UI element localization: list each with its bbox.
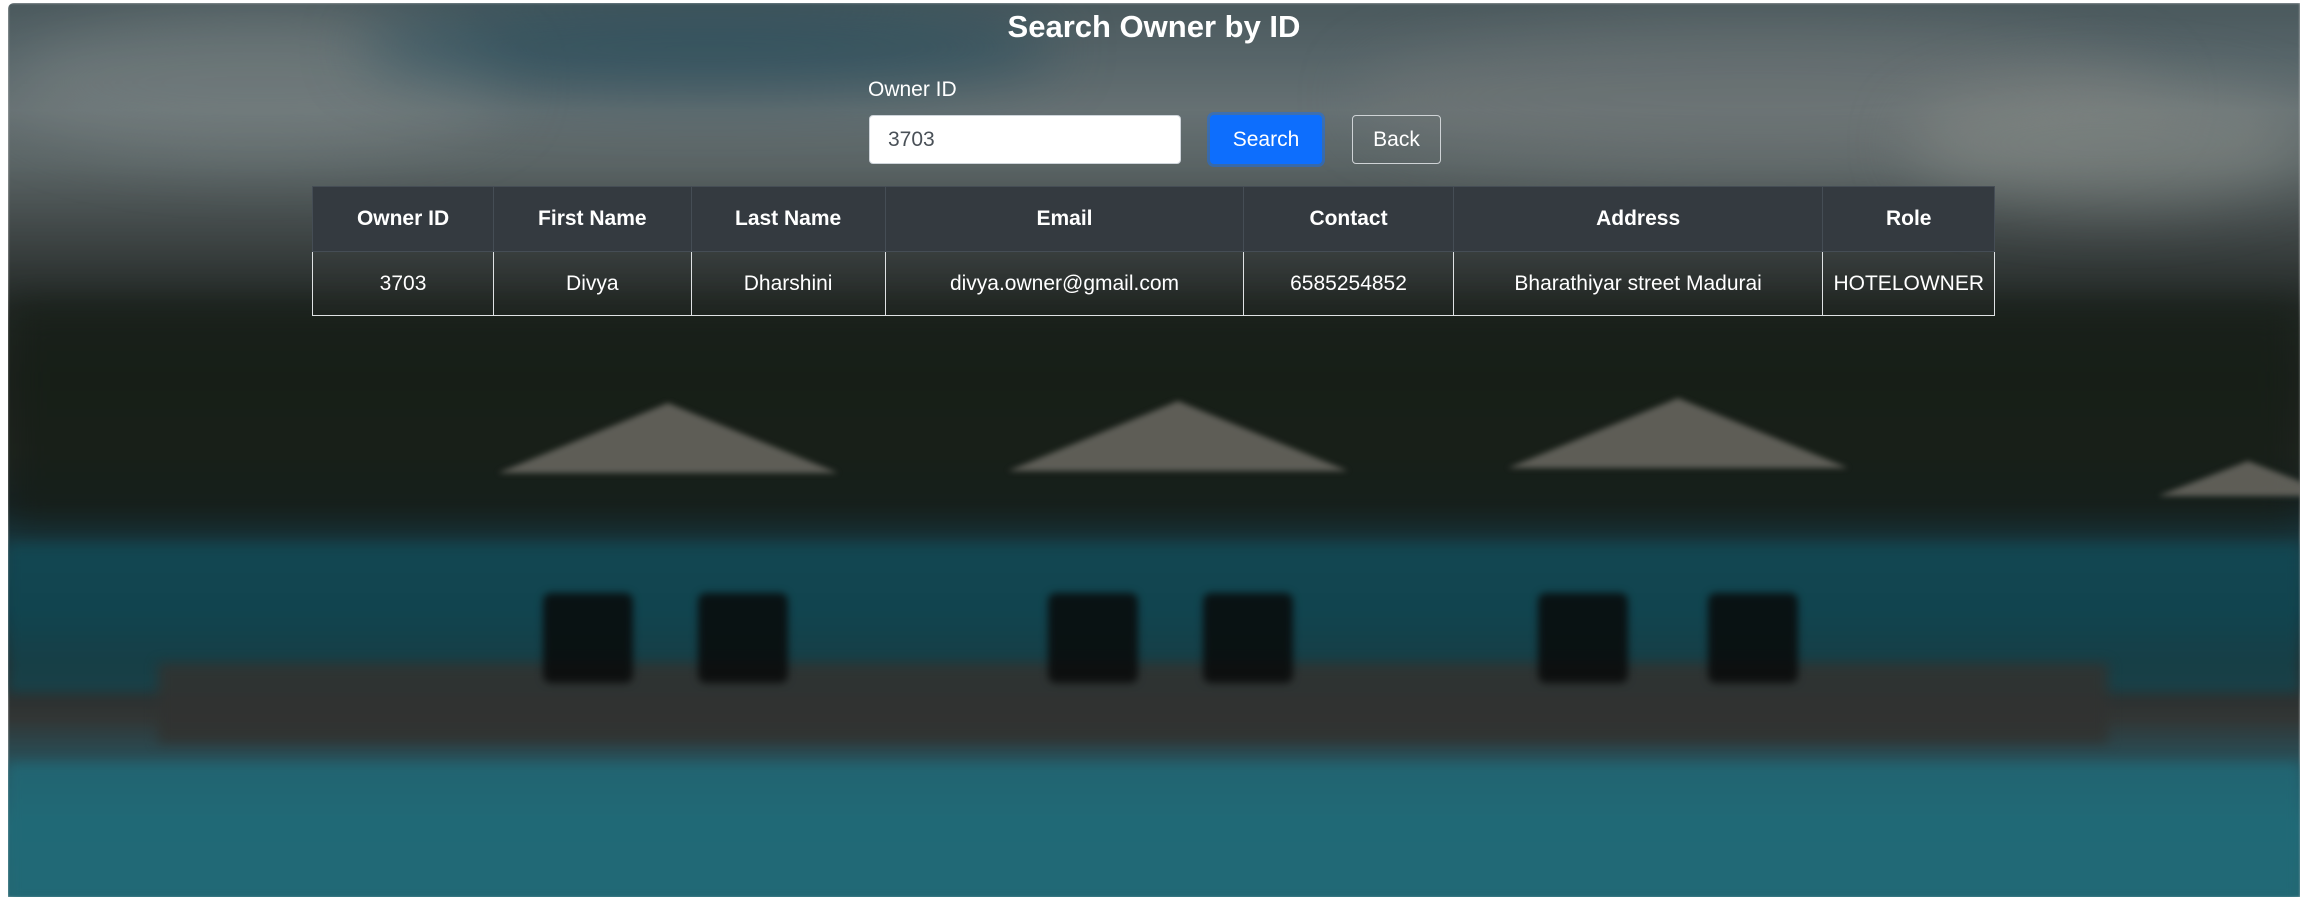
owner-results-table: Owner ID First Name Last Name Email Cont… [311, 186, 1995, 316]
column-header-first-name: First Name [493, 186, 692, 252]
column-header-contact: Contact [1243, 186, 1454, 252]
cell-address: Bharathiyar street Madurai [1452, 251, 1824, 316]
table-body: 3703 Divya Dharshini divya.owner@gmail.c… [311, 251, 1995, 316]
page-content: Search Owner by ID Owner ID Search Back … [8, 3, 2300, 897]
page-title: Search Owner by ID [1007, 9, 1301, 44]
owner-id-input[interactable] [869, 115, 1181, 164]
owner-id-label: Owner ID [868, 78, 957, 101]
cell-role: HOTELOWNER [1822, 251, 1995, 316]
column-header-address: Address [1452, 186, 1824, 252]
column-header-last-name: Last Name [690, 186, 886, 252]
app-window: Search Owner by ID Owner ID Search Back … [8, 3, 2300, 897]
back-button[interactable]: Back [1352, 115, 1441, 164]
cell-last-name: Dharshini [690, 251, 886, 316]
table-header-row: Owner ID First Name Last Name Email Cont… [311, 186, 1995, 252]
column-header-role: Role [1822, 186, 1995, 252]
table-row: 3703 Divya Dharshini divya.owner@gmail.c… [311, 251, 1995, 316]
column-header-email: Email [884, 186, 1245, 252]
cell-owner-id: 3703 [311, 251, 495, 316]
cell-contact: 6585254852 [1243, 251, 1454, 316]
cell-first-name: Divya [493, 251, 692, 316]
cell-email: divya.owner@gmail.com [884, 251, 1245, 316]
search-button[interactable]: Search [1210, 115, 1322, 164]
column-header-owner-id: Owner ID [311, 186, 495, 252]
table-header: Owner ID First Name Last Name Email Cont… [311, 186, 1995, 252]
